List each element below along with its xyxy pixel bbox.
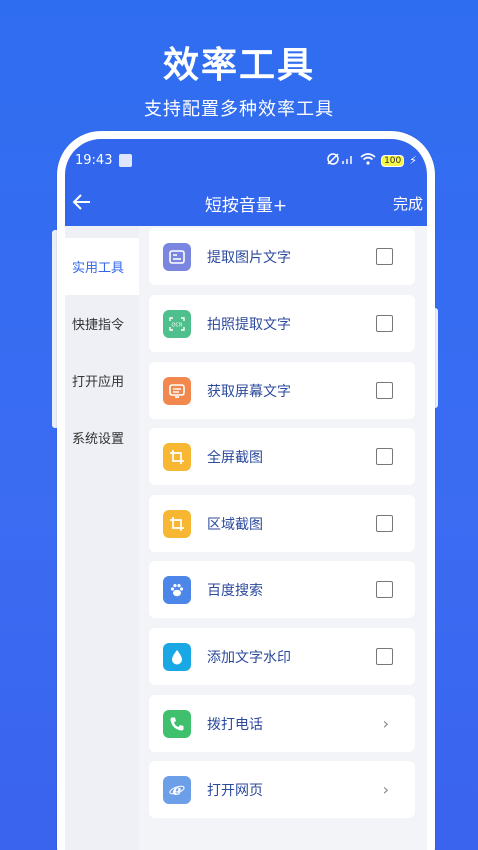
phone-icon [163, 709, 191, 738]
tool-label: 全屏截图 [207, 449, 263, 466]
charging-icon: ⚡ [409, 154, 417, 167]
tool-card-open-webpage[interactable]: e 打开网页 › [149, 761, 415, 818]
sidebar-item-open-app[interactable]: 打开应用 [65, 352, 139, 409]
sidebar-item-label: 打开应用 [72, 375, 125, 390]
chevron-right-icon[interactable]: › [383, 780, 389, 799]
svg-text:OCR: OCR [172, 322, 183, 328]
page-title: 短按音量+ [204, 196, 288, 216]
status-time: 19:43 [75, 153, 113, 168]
tool-label: 百度搜索 [207, 582, 263, 599]
app-bar: 19:43 100 ⚡ 短按音量+ 完成 [65, 139, 427, 226]
drop-icon [163, 642, 191, 671]
image-text-icon [163, 242, 191, 271]
tool-card-phone-call[interactable]: 拨打电话 › [149, 695, 415, 752]
tool-label: 提取图片文字 [207, 249, 291, 266]
nav-bar: 短按音量+ 完成 [65, 185, 427, 221]
sidebar-item-shortcuts[interactable]: 快捷指令 [65, 295, 139, 352]
wrench-icon [119, 154, 132, 167]
crop-icon [163, 442, 191, 471]
phone-screen: 19:43 100 ⚡ 短按音量+ 完成 实用工具 快捷指令 打开应用 系统设置… [65, 139, 427, 850]
tool-label: 拨打电话 [207, 716, 263, 733]
browser-icon: e [163, 775, 191, 804]
wifi-icon [360, 153, 376, 168]
tool-checkbox[interactable] [376, 648, 393, 665]
done-button[interactable]: 完成 [393, 193, 423, 214]
svg-text:e: e [173, 783, 182, 798]
tool-checkbox[interactable] [376, 515, 393, 532]
tool-checkbox[interactable] [376, 581, 393, 598]
chevron-right-icon[interactable]: › [383, 714, 389, 733]
tool-card-fullscreen-shot[interactable]: 全屏截图 [149, 428, 415, 485]
tool-label: 打开网页 [207, 782, 263, 799]
ocr-camera-icon: OCR [163, 309, 191, 338]
sidebar-item-system-settings[interactable]: 系统设置 [65, 409, 139, 466]
tool-card-watermark[interactable]: 添加文字水印 [149, 628, 415, 685]
tool-card-baidu-search[interactable]: 百度搜索 [149, 561, 415, 618]
tool-checkbox[interactable] [376, 448, 393, 465]
sidebar-item-label: 快捷指令 [72, 318, 125, 333]
status-icons: 100 ⚡ [327, 153, 417, 168]
battery-icon: 100 [381, 154, 405, 167]
tool-label: 获取屏幕文字 [207, 383, 291, 400]
tool-label: 添加文字水印 [207, 649, 291, 666]
tool-card-photo-ocr[interactable]: OCR 拍照提取文字 [149, 295, 415, 352]
phone-frame: 19:43 100 ⚡ 短按音量+ 完成 实用工具 快捷指令 打开应用 系统设置… [57, 131, 435, 850]
sidebar-item-label: 系统设置 [72, 432, 125, 447]
promo-headline: 效率工具 [162, 45, 315, 86]
sidebar-item-label: 实用工具 [72, 261, 125, 276]
sidebar-item-utility-tools[interactable]: 实用工具 [65, 238, 139, 295]
tool-label: 拍照提取文字 [207, 316, 291, 333]
tool-list: 提取图片文字 OCR 拍照提取文字 获取屏幕文字 全屏截图 区域截图 百度搜索 … [139, 226, 427, 850]
tool-card-area-shot[interactable]: 区域截图 [149, 495, 415, 552]
tool-checkbox[interactable] [376, 248, 393, 265]
category-sidebar: 实用工具 快捷指令 打开应用 系统设置 [65, 226, 139, 850]
tool-checkbox[interactable] [376, 315, 393, 332]
paw-icon [163, 575, 191, 604]
signal-icon [327, 153, 355, 168]
tool-checkbox[interactable] [376, 382, 393, 399]
status-bar: 19:43 100 ⚡ [75, 153, 417, 169]
tool-card-screen-text[interactable]: 获取屏幕文字 [149, 362, 415, 419]
tool-label: 区域截图 [207, 516, 263, 533]
crop-area-icon [163, 509, 191, 538]
screen-text-icon [163, 376, 191, 405]
promo-subline: 支持配置多种效率工具 [144, 99, 334, 120]
tool-card-image-text[interactable]: 提取图片文字 [149, 228, 415, 285]
